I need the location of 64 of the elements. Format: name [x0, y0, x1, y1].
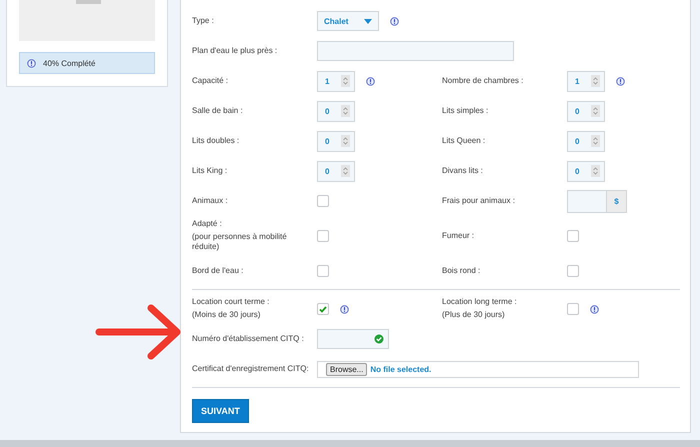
number-field[interactable]: 1	[567, 70, 605, 92]
info-icon[interactable]	[616, 76, 625, 86]
field-label: Capacité :	[192, 76, 230, 86]
field-label: Lits doubles :	[192, 136, 240, 146]
valid-icon	[374, 334, 384, 344]
info-icon[interactable]	[27, 58, 36, 68]
input-field[interactable]	[317, 329, 389, 349]
number-field[interactable]: 0	[567, 130, 605, 152]
info-icon[interactable]	[590, 304, 599, 314]
spinner-icon[interactable]	[341, 135, 350, 147]
spinner-icon[interactable]	[591, 105, 600, 117]
checkmark-icon	[319, 306, 327, 312]
progress-text: 40% Complété	[43, 58, 96, 68]
field-label: Salle de bain :	[192, 106, 244, 116]
field-label: Certificat d'enregistrement CITQ:	[192, 364, 310, 374]
file-field[interactable]: Browse... No file selected.	[317, 360, 639, 378]
field-label: Divans lits :	[442, 166, 484, 176]
spinner-icon[interactable]	[341, 165, 350, 177]
field-label: Nombre de chambres :	[442, 76, 524, 86]
checkbox[interactable]	[317, 265, 329, 277]
type-select[interactable]: Chalet	[317, 11, 379, 31]
number-field[interactable]: 0	[317, 160, 355, 182]
spinner-icon[interactable]	[591, 165, 600, 177]
field-label: Adapté :	[192, 218, 223, 230]
field-note: (Plus de 30 jours)	[442, 310, 506, 321]
spinner-icon[interactable]	[341, 105, 350, 117]
field-label: Bord de l'eau :	[192, 266, 244, 276]
field-note: (pour personnes à mobilité réduite)	[192, 232, 287, 254]
field-label: Type :	[192, 16, 215, 26]
field-note: (Moins de 30 jours)	[192, 310, 262, 321]
file-status: No file selected.	[370, 364, 432, 374]
field-label: Fumeur :	[442, 230, 476, 242]
info-icon[interactable]	[390, 16, 399, 26]
money-field[interactable]: $	[567, 190, 627, 212]
browse-button[interactable]: Browse...	[326, 362, 368, 376]
checkbox[interactable]	[567, 303, 579, 315]
input-field[interactable]	[317, 41, 514, 61]
info-icon[interactable]	[366, 76, 375, 86]
checkbox[interactable]	[567, 230, 579, 242]
checkbox[interactable]	[317, 230, 329, 242]
field-label: Lits Queen :	[442, 136, 486, 146]
field-label: Numéro d'établissement CITQ :	[192, 334, 305, 344]
number-field[interactable]: 0	[567, 160, 605, 182]
caret-icon	[364, 18, 372, 24]
field-label: Frais pour animaux :	[442, 196, 516, 206]
spinner-icon[interactable]	[591, 135, 600, 147]
field-label: Location court terme :	[192, 297, 270, 308]
spinner-icon[interactable]	[591, 75, 600, 87]
info-icon[interactable]	[340, 304, 349, 314]
number-field[interactable]: 0	[567, 100, 605, 122]
field-label: Bois rond :	[442, 266, 482, 276]
field-label: Lits simples :	[442, 106, 490, 116]
submit-button[interactable]: SUIVANT	[192, 399, 249, 423]
checkbox[interactable]	[567, 265, 579, 277]
spinner-icon[interactable]	[341, 75, 350, 87]
checkbox[interactable]	[317, 303, 329, 315]
field-label: Animaux :	[192, 196, 229, 206]
field-label: Plan d'eau le plus près :	[192, 46, 278, 56]
checkbox[interactable]	[317, 195, 329, 207]
number-field[interactable]: 1	[317, 70, 355, 92]
field-label: Location long terme :	[442, 297, 518, 308]
field-label: Lits King :	[192, 166, 228, 176]
number-field[interactable]: 0	[317, 130, 355, 152]
number-field[interactable]: 0	[317, 100, 355, 122]
